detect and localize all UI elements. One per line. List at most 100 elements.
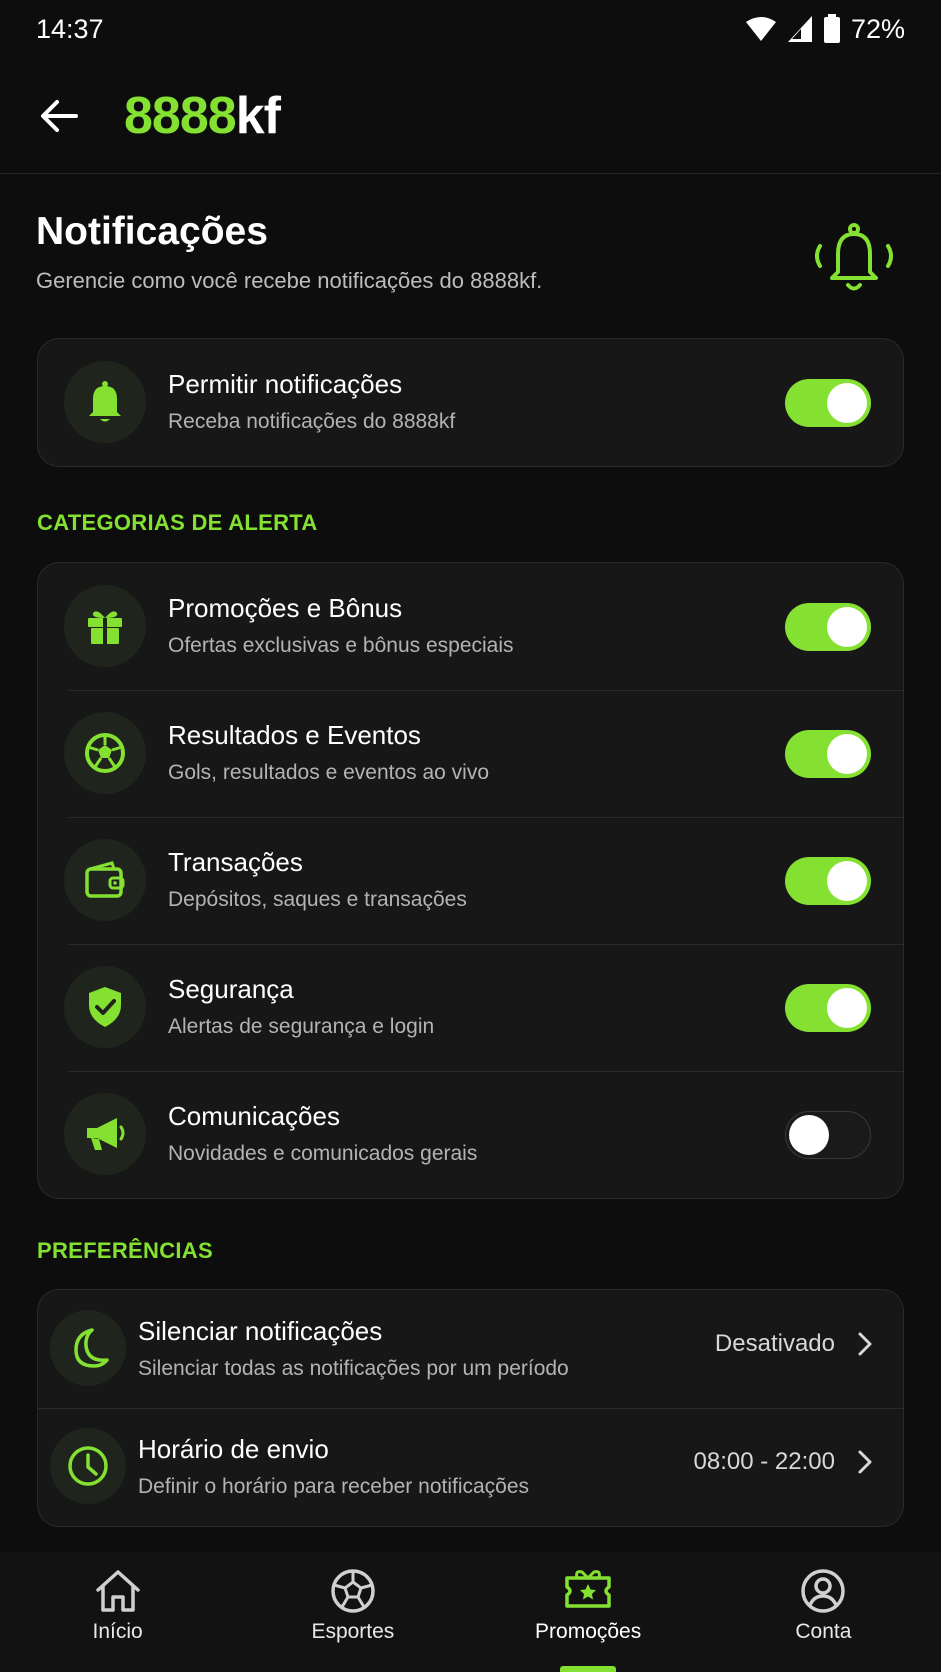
toggle-knob	[827, 734, 867, 774]
promotions-toggle[interactable]	[785, 603, 871, 651]
row-text: Horário de envio Definir o horário para …	[138, 1432, 529, 1500]
toggle-knob	[827, 383, 867, 423]
bell-ringing-icon	[815, 223, 893, 291]
send-schedule-row[interactable]: Horário de envio Definir o horário para …	[38, 1408, 903, 1526]
status-bar: 14:37 72%	[0, 0, 941, 58]
nav-item-home[interactable]: Início	[0, 1552, 235, 1672]
icon-wrapper	[50, 1310, 126, 1386]
soccer-ball-icon	[331, 1569, 375, 1613]
security-toggle[interactable]	[785, 984, 871, 1032]
active-tab-indicator	[560, 1666, 617, 1672]
battery-icon	[823, 14, 840, 43]
icon-wrapper	[64, 839, 146, 921]
pref-title: Horário de envio	[138, 1434, 329, 1464]
category-subtitle: Depósitos, saques e transações	[168, 888, 467, 911]
category-title: Comunicações	[168, 1101, 340, 1131]
toggle-knob	[827, 861, 867, 901]
shield-check-icon	[89, 987, 121, 1027]
transactions-toggle[interactable]	[785, 857, 871, 905]
battery-percent: 72%	[850, 13, 905, 44]
bottom-nav: Início Esportes Promoções Conta	[0, 1552, 941, 1672]
brand-logo: 8888 kf	[124, 86, 281, 146]
category-row-promotions[interactable]: Promoções e Bônus Ofertas exclusivas e b…	[38, 563, 903, 690]
pref-subtitle: Silenciar todas as notificações por um p…	[138, 1357, 569, 1380]
category-subtitle: Ofertas exclusivas e bônus especiais	[168, 634, 514, 657]
nav-item-promotions[interactable]: Promoções	[471, 1552, 706, 1672]
nav-label: Esportes	[311, 1620, 395, 1643]
icon-wrapper	[50, 1428, 126, 1504]
bell-icon	[89, 381, 121, 422]
clock-icon	[68, 1446, 108, 1486]
row-text: Segurança Alertas de segurança e login	[168, 972, 434, 1040]
category-row-transactions[interactable]: Transações Depósitos, saques e transaçõe…	[38, 817, 903, 944]
icon-wrapper	[64, 966, 146, 1048]
results-toggle[interactable]	[785, 730, 871, 778]
logo-suffix: kf	[235, 86, 281, 145]
category-title: Segurança	[168, 974, 294, 1004]
communications-toggle[interactable]	[785, 1111, 871, 1159]
preferences-section-label: PREFERÊNCIAS	[37, 1238, 213, 1263]
pref-value: Desativado	[714, 1330, 835, 1357]
wallet-icon	[85, 861, 125, 898]
alert-categories-card: Promoções e Bônus Ofertas exclusivas e b…	[37, 562, 904, 1199]
row-text: Promoções e Bônus Ofertas exclusivas e b…	[168, 591, 514, 659]
chevron-right-icon	[858, 1450, 872, 1474]
category-subtitle: Gols, resultados e eventos ao vivo	[168, 761, 490, 784]
pref-value-group: 08:00 - 22:00	[694, 1448, 873, 1476]
category-row-communications[interactable]: Comunicações Novidades e comunicados ger…	[38, 1071, 903, 1198]
megaphone-icon	[87, 1118, 125, 1150]
logo-number: 8888	[124, 86, 237, 145]
chevron-right-icon	[858, 1332, 872, 1356]
mute-notifications-row[interactable]: Silenciar notificações Silenciar todas a…	[38, 1290, 903, 1408]
arrow-left-icon	[41, 99, 78, 132]
toggle-knob	[827, 607, 867, 647]
row-text: Silenciar notificações Silenciar todas a…	[138, 1314, 569, 1382]
category-title: Transações	[168, 847, 303, 877]
row-text: Transações Depósitos, saques e transaçõe…	[168, 845, 467, 913]
category-subtitle: Alertas de segurança e login	[168, 1015, 435, 1038]
row-text: Permitir notificações Receba notificaçõe…	[168, 367, 455, 435]
status-icons: 72%	[745, 14, 905, 45]
signal-icon	[787, 16, 812, 42]
status-time: 14:37	[36, 13, 104, 44]
page-title: Notificações	[36, 210, 268, 253]
soccer-ball-icon	[85, 733, 125, 773]
allow-notifications-toggle[interactable]	[785, 379, 871, 427]
nav-item-account[interactable]: Conta	[706, 1552, 941, 1672]
user-icon	[801, 1569, 846, 1613]
pref-title: Silenciar notificações	[138, 1316, 383, 1346]
allow-notifications-subtitle: Receba notificações do 8888kf	[168, 410, 456, 433]
allow-notifications-title: Permitir notificações	[168, 369, 403, 399]
wifi-icon	[745, 17, 776, 41]
category-title: Promoções e Bônus	[168, 593, 403, 623]
row-text: Resultados e Eventos Gols, resultados e …	[168, 718, 489, 786]
category-subtitle: Novidades e comunicados gerais	[168, 1142, 478, 1165]
nav-label: Promoções	[535, 1620, 642, 1643]
allow-notifications-row[interactable]: Permitir notificações Receba notificaçõe…	[38, 339, 903, 466]
gift-icon	[88, 611, 122, 644]
category-row-results[interactable]: Resultados e Eventos Gols, resultados e …	[38, 690, 903, 817]
nav-label: Conta	[795, 1620, 852, 1643]
back-button[interactable]	[0, 58, 124, 174]
nav-item-sports[interactable]: Esportes	[235, 1552, 470, 1672]
page-subtitle: Gerencie como você recebe notificações d…	[36, 268, 543, 293]
moon-icon	[74, 1328, 109, 1368]
nav-label: Início	[92, 1620, 143, 1643]
pref-subtitle: Definir o horário para receber notificaç…	[138, 1475, 530, 1498]
preferences-card: Silenciar notificações Silenciar todas a…	[37, 1289, 904, 1527]
toggle-knob	[789, 1115, 829, 1155]
icon-wrapper	[64, 361, 146, 443]
app-bar: 8888 kf	[0, 58, 941, 174]
category-row-security[interactable]: Segurança Alertas de segurança e login	[38, 944, 903, 1071]
category-title: Resultados e Eventos	[168, 720, 421, 750]
row-text: Comunicações Novidades e comunicados ger…	[168, 1099, 477, 1167]
categories-section-label: CATEGORIAS DE ALERTA	[37, 510, 318, 535]
allow-notifications-card: Permitir notificações Receba notificaçõe…	[37, 338, 904, 467]
pref-value: 08:00 - 22:00	[693, 1448, 835, 1475]
pref-value-group: Desativado	[715, 1330, 873, 1358]
page-header: Notificações Gerencie como você recebe n…	[36, 206, 906, 306]
icon-wrapper	[64, 712, 146, 794]
icon-wrapper	[64, 1093, 146, 1175]
ticket-star-icon	[565, 1570, 611, 1608]
toggle-knob	[827, 988, 867, 1028]
